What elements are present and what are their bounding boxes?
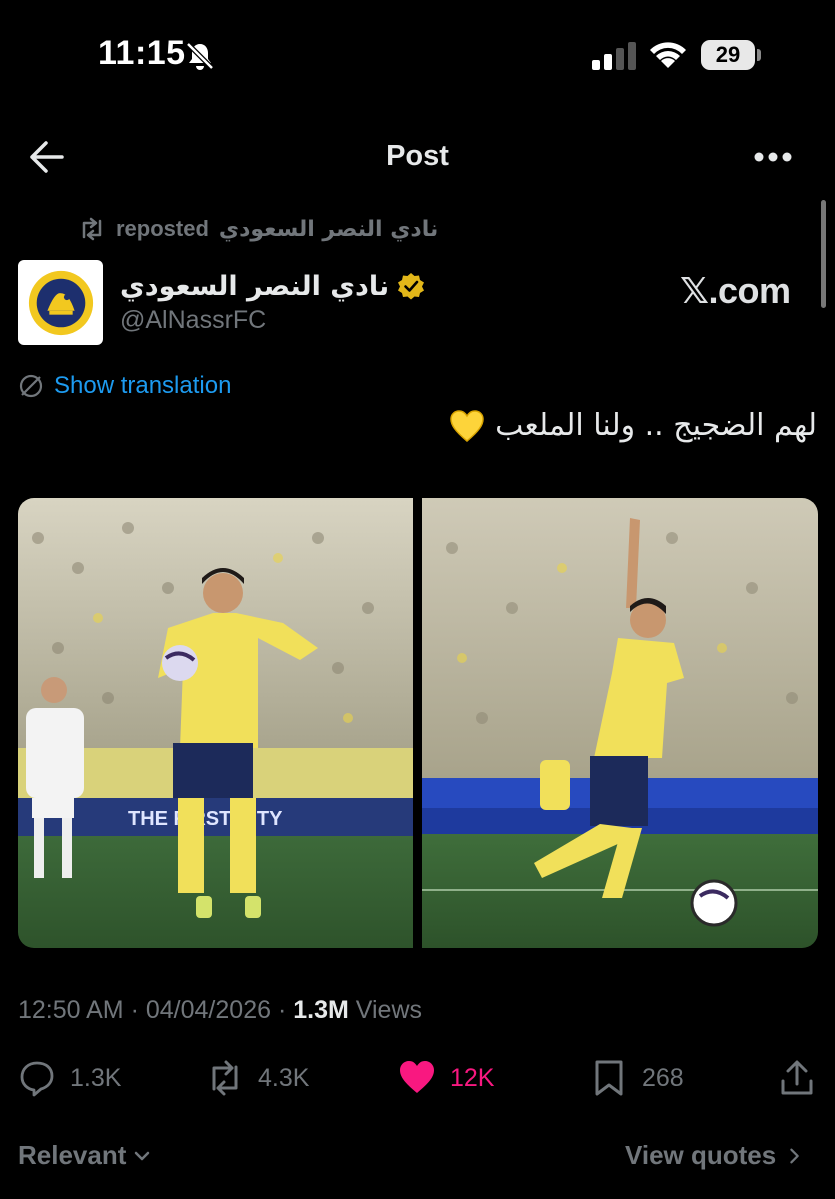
repost-label: reposted bbox=[116, 216, 209, 241]
ellipsis-icon[interactable] bbox=[752, 146, 794, 168]
repost-button[interactable]: 4.3K bbox=[206, 1058, 309, 1098]
bookmark-button[interactable]: 268 bbox=[590, 1058, 684, 1098]
meta-separator: · bbox=[130, 996, 146, 1024]
scrollbar[interactable] bbox=[821, 200, 826, 308]
repost-context[interactable]: reposted نادي النصر السعودي bbox=[78, 214, 438, 244]
sort-label: Relevant bbox=[18, 1140, 127, 1170]
cellular-signal-icon bbox=[592, 42, 636, 70]
heart-filled-icon bbox=[400, 1061, 434, 1093]
repost-count: 4.3K bbox=[258, 1063, 310, 1092]
like-count: 12K bbox=[450, 1063, 495, 1092]
photo-player-celebrating: THE FIRST CITY bbox=[18, 498, 413, 948]
wifi-icon bbox=[650, 42, 686, 68]
reply-sort-dropdown[interactable]: Relevant bbox=[18, 1140, 152, 1171]
tweet-date[interactable]: 04/04/2026 bbox=[146, 996, 271, 1024]
author-display-name[interactable]: نادي النصر السعودي bbox=[120, 271, 389, 302]
chevron-right-icon bbox=[790, 1148, 800, 1163]
tweet-text: لهم الضجيج .. ولنا الملعب bbox=[380, 408, 817, 443]
view-quotes-label: View quotes bbox=[625, 1140, 777, 1170]
repost-icon bbox=[212, 1060, 238, 1096]
translate-globe-icon bbox=[19, 374, 43, 398]
tweet-meta: 12:50 AM · 04/04/2026 · 1.3M Views bbox=[18, 996, 422, 1025]
bookmark-count: 268 bbox=[642, 1063, 684, 1092]
author-handle[interactable]: @AlNassrFC bbox=[120, 306, 266, 335]
share-button[interactable] bbox=[778, 1058, 816, 1098]
author-name-row[interactable]: نادي النصر السعودي bbox=[120, 266, 425, 306]
repost-icon bbox=[82, 217, 102, 241]
reply-icon bbox=[20, 1061, 54, 1097]
verified-badge-icon bbox=[398, 273, 425, 300]
club-crest-logo bbox=[28, 270, 93, 335]
chevron-down-icon bbox=[135, 1151, 150, 1160]
reply-count: 1.3K bbox=[70, 1063, 122, 1092]
tweet-photo-right[interactable] bbox=[422, 498, 818, 948]
bell-slash-icon bbox=[186, 42, 214, 70]
photo-player-pointing-up bbox=[422, 498, 818, 948]
views-label: Views bbox=[355, 996, 423, 1024]
bookmark-icon bbox=[595, 1060, 623, 1096]
view-quotes-link[interactable]: View quotes bbox=[625, 1140, 804, 1171]
battery-level: 29 bbox=[715, 42, 741, 67]
share-icon bbox=[781, 1060, 813, 1095]
page-title: Post bbox=[386, 140, 449, 172]
avatar[interactable] bbox=[18, 260, 103, 345]
show-translation-label: Show translation bbox=[54, 372, 232, 399]
tweet-photo-left[interactable]: THE FIRST CITY bbox=[18, 498, 413, 948]
reply-button[interactable]: 1.3K bbox=[18, 1058, 121, 1098]
battery-cap bbox=[757, 49, 761, 61]
xcom-watermark: 𝕏.com bbox=[680, 270, 791, 311]
views-count: 1.3M bbox=[293, 996, 349, 1024]
tweet-time[interactable]: 12:50 AM bbox=[18, 996, 124, 1024]
show-translation-link[interactable]: Show translation bbox=[18, 372, 231, 400]
status-time: 11:15 bbox=[98, 34, 186, 72]
svg-text:THE FIRST CITY: THE FIRST CITY bbox=[128, 808, 283, 830]
like-button[interactable]: 12K bbox=[398, 1058, 494, 1098]
yellow-heart-icon bbox=[450, 409, 484, 442]
battery-icon: 29 bbox=[701, 40, 755, 70]
meta-separator: · bbox=[277, 996, 294, 1024]
reposter-name[interactable]: نادي النصر السعودي bbox=[219, 217, 438, 242]
tweet-body: لهم الضجيج .. ولنا الملعب bbox=[495, 408, 817, 443]
